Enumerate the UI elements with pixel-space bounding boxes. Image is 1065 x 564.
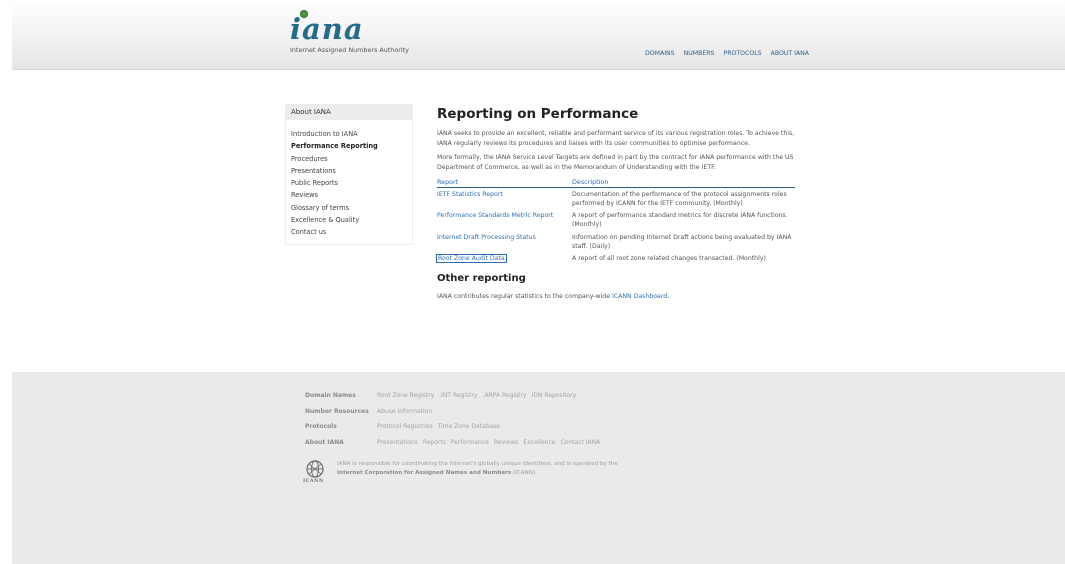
- icann-globe-icon: [306, 460, 324, 478]
- nav-domains[interactable]: DOMAINS: [645, 50, 675, 57]
- logo-subtitle: Internet Assigned Numbers Authority: [290, 46, 409, 54]
- table-row: Performance Standards Metric Report A re…: [437, 209, 795, 230]
- description-cell: A report of performance standard metrics…: [572, 212, 788, 229]
- footer-link[interactable]: IDN Repository: [532, 392, 577, 399]
- icann-description: IANA is responsible for coordinating the…: [337, 460, 717, 485]
- footer-label[interactable]: Domain Names: [305, 392, 377, 399]
- footer-row-number-resources: Number Resources Abuse Information: [305, 404, 600, 420]
- sidebar-item-excellence-quality[interactable]: Excellence & Quality: [291, 214, 407, 226]
- report-cell: Root Zone Audit Data: [436, 252, 572, 264]
- other-reporting-end: .: [667, 293, 670, 301]
- footer-link[interactable]: .ARPA Registry: [483, 392, 527, 399]
- sidebar-item-glossary[interactable]: Glossary of terms: [291, 202, 407, 214]
- other-reporting-paragraph: IANA contributes regular statistics to t…: [437, 292, 795, 302]
- sidebar-item-introduction[interactable]: Introduction to IANA: [291, 128, 407, 140]
- report-link-internet-draft-status[interactable]: Internet Draft Processing Status: [437, 234, 536, 241]
- sidebar-item-reviews[interactable]: Reviews: [291, 189, 407, 201]
- footer-row-about-iana: About IANA Presentations Reports Perform…: [305, 435, 600, 451]
- sidebar-item-performance-reporting[interactable]: Performance Reporting: [291, 140, 407, 152]
- sidebar-item-contact[interactable]: Contact us: [291, 226, 407, 238]
- nav-numbers[interactable]: NUMBERS: [684, 50, 715, 57]
- footer-link[interactable]: Reviews: [494, 439, 519, 446]
- report-link-root-zone-audit[interactable]: Root Zone Audit Data: [436, 254, 507, 264]
- sidebar-title[interactable]: About IANA: [286, 105, 412, 120]
- icann-notice: ICANN IANA is responsible for coordinati…: [303, 459, 717, 485]
- other-reporting-text: IANA contributes regular statistics to t…: [437, 293, 613, 301]
- intro-paragraph: IANA seeks to provide an excellent, reli…: [437, 130, 795, 147]
- footer-link[interactable]: Presentations: [377, 439, 418, 446]
- globe-icon: [300, 10, 308, 18]
- description-cell: Information on pending Internet Draft ac…: [572, 233, 792, 250]
- footer-link[interactable]: Contact IANA: [560, 439, 600, 446]
- service-levels-paragraph: More formally, the IANA Service Level Ta…: [437, 154, 794, 171]
- sidebar: About IANA Introduction to IANA Performa…: [285, 104, 413, 245]
- description-cell: Documentation of the performance of the …: [572, 190, 787, 208]
- footer-link[interactable]: Reports: [423, 439, 446, 446]
- reports-table: Report Description IETF Statistics Repor…: [436, 177, 795, 264]
- site-header: iana Internet Assigned Numbers Authority…: [12, 0, 1065, 70]
- nav-about-iana[interactable]: ABOUT IANA: [771, 50, 809, 57]
- sidebar-item-presentations[interactable]: Presentations: [291, 165, 407, 177]
- footer-link[interactable]: Time Zone Database: [438, 423, 500, 430]
- icann-line1: IANA is responsible for coordinating the…: [337, 461, 618, 467]
- icann-dashboard-link[interactable]: ICANN Dashboard: [612, 293, 667, 300]
- table-row: Root Zone Audit Data A report of all roo…: [436, 252, 795, 264]
- table-header-row: Report Description: [437, 177, 795, 188]
- icann-org-name[interactable]: Internet Corporation for Assigned Names …: [337, 470, 511, 476]
- table-row: Internet Draft Processing Status Informa…: [437, 231, 795, 252]
- icann-wordmark: ICANN: [303, 479, 324, 484]
- iana-logo[interactable]: iana Internet Assigned Numbers Authority: [290, 10, 409, 54]
- page-title: Reporting on Performance: [437, 106, 639, 122]
- footer-label[interactable]: Number Resources: [305, 408, 377, 415]
- other-reporting-title: Other reporting: [437, 273, 526, 285]
- footer-link[interactable]: Excellence: [523, 439, 555, 446]
- footer-sitemap: Domain Names Root Zone Registry .INT Reg…: [305, 388, 600, 450]
- footer-row-protocols: Protocols Protocol Registries Time Zone …: [305, 419, 600, 435]
- icann-line-end: (ICANN).: [511, 470, 537, 476]
- report-cell: Internet Draft Processing Status: [437, 231, 572, 252]
- column-header-report: Report: [437, 177, 572, 188]
- description-cell: A report of all root zone related change…: [572, 255, 766, 263]
- footer-label[interactable]: About IANA: [305, 439, 377, 446]
- footer-link[interactable]: Performance: [451, 439, 489, 446]
- table-row: IETF Statistics Report Documentation of …: [437, 187, 795, 209]
- icann-logo[interactable]: ICANN: [303, 459, 329, 485]
- footer-link[interactable]: .INT Registry: [439, 392, 477, 399]
- main-content: Reporting on Performance IANA seeks to p…: [436, 104, 795, 307]
- logo-wordmark: iana: [290, 10, 409, 44]
- report-cell: IETF Statistics Report: [437, 187, 572, 209]
- footer-label[interactable]: Protocols: [305, 423, 377, 430]
- footer-link[interactable]: Root Zone Registry: [377, 392, 434, 399]
- site-footer: Domain Names Root Zone Registry .INT Reg…: [12, 372, 1065, 564]
- report-link-ietf-statistics[interactable]: IETF Statistics Report: [437, 191, 503, 198]
- footer-link[interactable]: Protocol Registries: [377, 423, 433, 430]
- sidebar-list: Introduction to IANA Performance Reporti…: [286, 120, 412, 239]
- footer-row-domain-names: Domain Names Root Zone Registry .INT Reg…: [305, 388, 600, 404]
- nav-protocols[interactable]: PROTOCOLS: [723, 50, 761, 57]
- report-cell: Performance Standards Metric Report: [437, 209, 572, 230]
- sidebar-item-procedures[interactable]: Procedures: [291, 153, 407, 165]
- column-header-description: Description: [572, 177, 795, 188]
- report-link-performance-standards[interactable]: Performance Standards Metric Report: [437, 212, 553, 219]
- footer-link[interactable]: Abuse Information: [377, 408, 432, 415]
- sidebar-item-public-reports[interactable]: Public Reports: [291, 177, 407, 189]
- top-navigation: DOMAINS NUMBERS PROTOCOLS ABOUT IANA: [645, 50, 809, 57]
